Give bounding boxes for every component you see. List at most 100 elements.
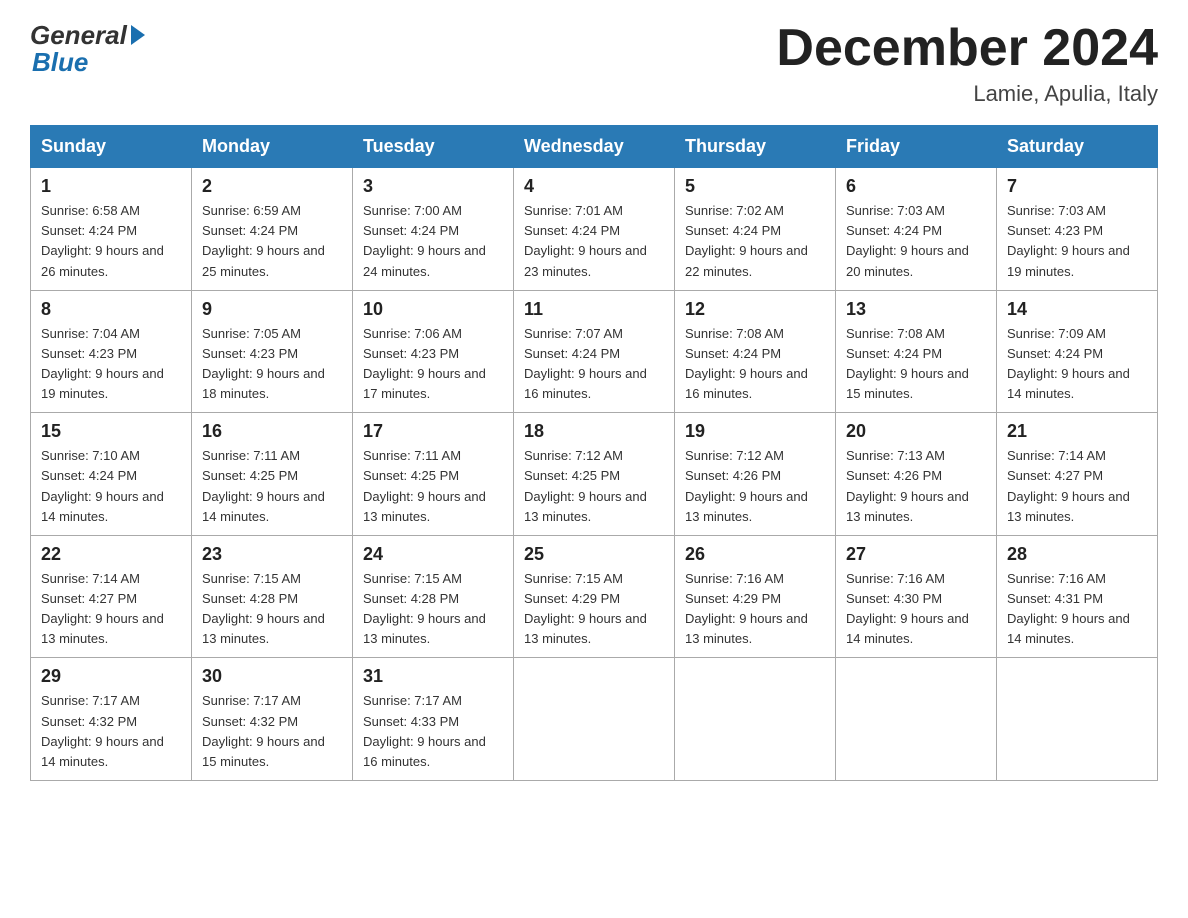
calendar-table: SundayMondayTuesdayWednesdayThursdayFrid… [30,125,1158,781]
calendar-cell: 24 Sunrise: 7:15 AMSunset: 4:28 PMDayligh… [353,535,514,658]
day-info: Sunrise: 7:15 AMSunset: 4:28 PMDaylight:… [202,569,342,650]
calendar-cell: 31 Sunrise: 7:17 AMSunset: 4:33 PMDayligh… [353,658,514,781]
calendar-cell: 29 Sunrise: 7:17 AMSunset: 4:32 PMDayligh… [31,658,192,781]
day-info: Sunrise: 7:05 AMSunset: 4:23 PMDaylight:… [202,324,342,405]
calendar-cell: 26 Sunrise: 7:16 AMSunset: 4:29 PMDayligh… [675,535,836,658]
week-row-5: 29 Sunrise: 7:17 AMSunset: 4:32 PMDayligh… [31,658,1158,781]
day-info: Sunrise: 7:15 AMSunset: 4:28 PMDaylight:… [363,569,503,650]
day-number: 10 [363,299,503,320]
col-header-wednesday: Wednesday [514,126,675,168]
day-number: 1 [41,176,181,197]
day-number: 30 [202,666,342,687]
day-number: 19 [685,421,825,442]
day-number: 26 [685,544,825,565]
calendar-cell: 18Sunrise: 7:12 AMSunset: 4:25 PMDayligh… [514,413,675,536]
calendar-cell: 14 Sunrise: 7:09 AMSunset: 4:24 PMDayligh… [997,290,1158,413]
day-info: Sunrise: 7:14 AMSunset: 4:27 PMDaylight:… [41,569,181,650]
calendar-cell: 3Sunrise: 7:00 AMSunset: 4:24 PMDaylight… [353,168,514,291]
day-info: Sunrise: 7:12 AMSunset: 4:26 PMDaylight:… [685,446,825,527]
day-info: Sunrise: 7:17 AMSunset: 4:33 PMDaylight:… [363,691,503,772]
calendar-cell: 10 Sunrise: 7:06 AMSunset: 4:23 PMDayligh… [353,290,514,413]
day-info: Sunrise: 7:15 AMSunset: 4:29 PMDaylight:… [524,569,664,650]
col-header-thursday: Thursday [675,126,836,168]
calendar-cell: 28Sunrise: 7:16 AMSunset: 4:31 PMDayligh… [997,535,1158,658]
day-info: Sunrise: 7:17 AMSunset: 4:32 PMDaylight:… [202,691,342,772]
day-number: 31 [363,666,503,687]
calendar-cell: 7 Sunrise: 7:03 AMSunset: 4:23 PMDaylight… [997,168,1158,291]
day-number: 14 [1007,299,1147,320]
calendar-cell [514,658,675,781]
day-info: Sunrise: 7:03 AMSunset: 4:24 PMDaylight:… [846,201,986,282]
day-info: Sunrise: 7:08 AMSunset: 4:24 PMDaylight:… [846,324,986,405]
day-number: 13 [846,299,986,320]
logo: General Blue [30,20,145,78]
page-header: General Blue December 2024 Lamie, Apulia… [30,20,1158,107]
calendar-cell: 17Sunrise: 7:11 AMSunset: 4:25 PMDayligh… [353,413,514,536]
col-header-monday: Monday [192,126,353,168]
calendar-cell: 5 Sunrise: 7:02 AMSunset: 4:24 PMDaylight… [675,168,836,291]
calendar-cell: 8 Sunrise: 7:04 AMSunset: 4:23 PMDaylight… [31,290,192,413]
calendar-cell: 23 Sunrise: 7:15 AMSunset: 4:28 PMDayligh… [192,535,353,658]
calendar-cell: 16 Sunrise: 7:11 AMSunset: 4:25 PMDayligh… [192,413,353,536]
calendar-cell [836,658,997,781]
day-info: Sunrise: 7:09 AMSunset: 4:24 PMDaylight:… [1007,324,1147,405]
day-info: Sunrise: 7:04 AMSunset: 4:23 PMDaylight:… [41,324,181,405]
day-number: 4 [524,176,664,197]
calendar-cell: 12 Sunrise: 7:08 AMSunset: 4:24 PMDayligh… [675,290,836,413]
day-number: 24 [363,544,503,565]
day-number: 28 [1007,544,1147,565]
day-number: 5 [685,176,825,197]
calendar-title: December 2024 [776,20,1158,77]
col-header-tuesday: Tuesday [353,126,514,168]
calendar-cell: 19 Sunrise: 7:12 AMSunset: 4:26 PMDayligh… [675,413,836,536]
calendar-cell: 25 Sunrise: 7:15 AMSunset: 4:29 PMDayligh… [514,535,675,658]
day-number: 16 [202,421,342,442]
day-number: 7 [1007,176,1147,197]
day-number: 22 [41,544,181,565]
calendar-cell: 22 Sunrise: 7:14 AMSunset: 4:27 PMDayligh… [31,535,192,658]
day-info: Sunrise: 7:16 AMSunset: 4:30 PMDaylight:… [846,569,986,650]
day-info: Sunrise: 7:17 AMSunset: 4:32 PMDaylight:… [41,691,181,772]
day-number: 3 [363,176,503,197]
day-info: Sunrise: 7:08 AMSunset: 4:24 PMDaylight:… [685,324,825,405]
logo-blue-text: Blue [32,47,88,78]
week-row-3: 15Sunrise: 7:10 AMSunset: 4:24 PMDayligh… [31,413,1158,536]
day-info: Sunrise: 7:11 AMSunset: 4:25 PMDaylight:… [202,446,342,527]
day-number: 23 [202,544,342,565]
day-number: 21 [1007,421,1147,442]
calendar-cell: 13 Sunrise: 7:08 AMSunset: 4:24 PMDayligh… [836,290,997,413]
col-header-friday: Friday [836,126,997,168]
day-info: Sunrise: 7:12 AMSunset: 4:25 PMDaylight:… [524,446,664,527]
calendar-subtitle: Lamie, Apulia, Italy [776,81,1158,107]
calendar-cell: 1Sunrise: 6:58 AMSunset: 4:24 PMDaylight… [31,168,192,291]
day-info: Sunrise: 7:01 AMSunset: 4:24 PMDaylight:… [524,201,664,282]
calendar-cell: 30 Sunrise: 7:17 AMSunset: 4:32 PMDayligh… [192,658,353,781]
day-info: Sunrise: 7:02 AMSunset: 4:24 PMDaylight:… [685,201,825,282]
day-info: Sunrise: 7:16 AMSunset: 4:29 PMDaylight:… [685,569,825,650]
day-number: 8 [41,299,181,320]
day-info: Sunrise: 7:10 AMSunset: 4:24 PMDaylight:… [41,446,181,527]
calendar-cell: 20Sunrise: 7:13 AMSunset: 4:26 PMDayligh… [836,413,997,536]
day-number: 20 [846,421,986,442]
calendar-cell: 4 Sunrise: 7:01 AMSunset: 4:24 PMDaylight… [514,168,675,291]
day-number: 29 [41,666,181,687]
day-info: Sunrise: 7:14 AMSunset: 4:27 PMDaylight:… [1007,446,1147,527]
day-number: 25 [524,544,664,565]
calendar-cell [675,658,836,781]
day-number: 11 [524,299,664,320]
day-info: Sunrise: 7:06 AMSunset: 4:23 PMDaylight:… [363,324,503,405]
day-number: 9 [202,299,342,320]
day-info: Sunrise: 6:59 AMSunset: 4:24 PMDaylight:… [202,201,342,282]
calendar-cell: 11Sunrise: 7:07 AMSunset: 4:24 PMDayligh… [514,290,675,413]
calendar-cell: 21 Sunrise: 7:14 AMSunset: 4:27 PMDayligh… [997,413,1158,536]
calendar-cell: 2 Sunrise: 6:59 AMSunset: 4:24 PMDaylight… [192,168,353,291]
day-number: 2 [202,176,342,197]
day-number: 17 [363,421,503,442]
day-info: Sunrise: 7:03 AMSunset: 4:23 PMDaylight:… [1007,201,1147,282]
day-number: 12 [685,299,825,320]
calendar-cell: 27Sunrise: 7:16 AMSunset: 4:30 PMDayligh… [836,535,997,658]
calendar-cell [997,658,1158,781]
calendar-cell: 6Sunrise: 7:03 AMSunset: 4:24 PMDaylight… [836,168,997,291]
title-area: December 2024 Lamie, Apulia, Italy [776,20,1158,107]
col-header-saturday: Saturday [997,126,1158,168]
